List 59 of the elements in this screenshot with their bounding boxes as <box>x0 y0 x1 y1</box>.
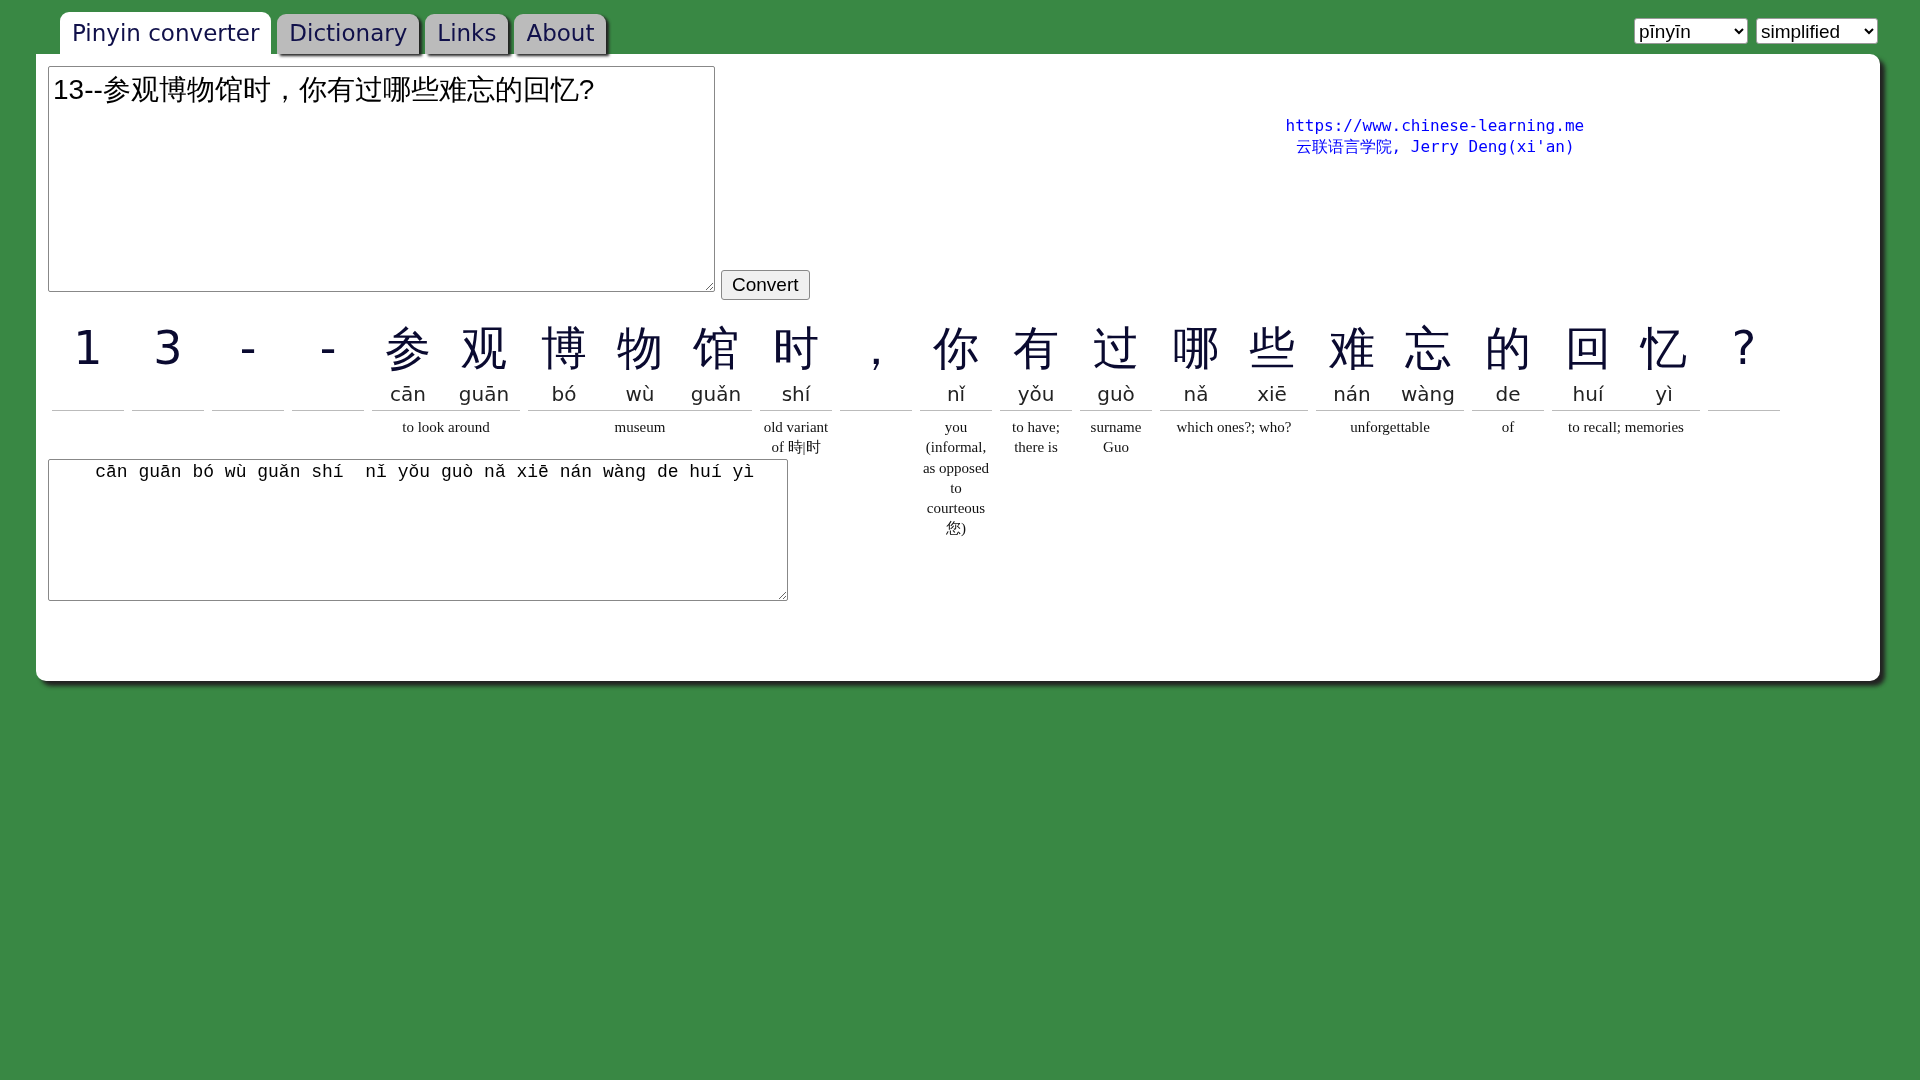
pinyin: wù <box>625 381 655 408</box>
definition: you (informal, as opposed to courteous 您) <box>921 418 991 539</box>
tab[interactable]: Links <box>425 14 509 54</box>
definition: unforgettable <box>1350 418 1430 437</box>
pinyin: huí <box>1572 381 1604 408</box>
pinyin: guān <box>458 381 510 408</box>
definition: which ones?; who? <box>1176 418 1292 437</box>
credit-text: 云联语言学院, Jerry Deng(xi'an) <box>1294 136 1575 158</box>
hanzi: 些 <box>1249 320 1295 377</box>
output-field[interactable]: cān guān bó wù guǎn shí nǐ yǒu guò nǎ xiē nán wàng de huí yì <box>48 458 788 601</box>
dropdown[interactable]: simplified <box>1756 18 1878 44</box>
definition: museum <box>614 418 666 437</box>
hanzi: 难 <box>1329 320 1375 377</box>
hanzi: 3 <box>153 320 183 377</box>
pinyin: nán <box>1333 381 1371 408</box>
pinyin: nǎ <box>1183 381 1209 408</box>
hanzi: 回 <box>1565 320 1611 377</box>
pinyin: xiē <box>1257 381 1287 408</box>
pinyin: guò <box>1097 381 1135 408</box>
hanzi: - <box>319 320 337 377</box>
tab[interactable]: About <box>514 14 607 54</box>
pinyin: yì <box>1655 381 1673 408</box>
hanzi: 的 <box>1485 320 1531 377</box>
hanzi: 博 <box>541 320 587 377</box>
hanzi: 1 <box>73 320 103 377</box>
input-field[interactable]: 13--参观博物馆时，你有过哪些难忘的回忆? <box>48 66 715 292</box>
hanzi: 哪 <box>1173 320 1219 377</box>
definition: old variant of 時|时 <box>762 418 830 458</box>
hanzi: 观 <box>461 320 507 377</box>
definition: of <box>1501 418 1515 437</box>
hanzi: 你 <box>933 320 979 377</box>
pinyin: shí <box>781 381 811 408</box>
site-link[interactable]: https://www.chinese-learning.me <box>1285 116 1585 137</box>
definition: to look around <box>402 418 490 437</box>
hanzi: 物 <box>617 320 663 377</box>
pinyin: guǎn <box>690 381 742 408</box>
hanzi: 忘 <box>1405 320 1451 377</box>
pinyin: nǐ <box>946 381 966 408</box>
definition: to recall; memories <box>1568 418 1684 437</box>
hanzi: ， <box>853 320 899 377</box>
tab[interactable]: Pinyin converter <box>60 12 272 54</box>
hanzi: 时 <box>773 320 819 377</box>
definition: surname Guo <box>1089 418 1143 458</box>
tab[interactable]: Dictionary <box>277 14 420 54</box>
hanzi: 有 <box>1013 320 1059 377</box>
definition: to have; there is <box>1011 418 1061 458</box>
hanzi: 馆 <box>693 320 739 377</box>
hanzi: ? <box>1731 320 1757 377</box>
dropdown[interactable]: pīnyīn <box>1634 18 1748 44</box>
hanzi: 忆 <box>1641 320 1687 377</box>
hanzi: 过 <box>1093 320 1139 377</box>
pinyin: bó <box>551 381 577 408</box>
pinyin: de <box>1495 381 1521 408</box>
pinyin: yǒu <box>1017 381 1055 408</box>
pinyin: wàng <box>1401 381 1455 408</box>
hanzi: - <box>239 320 257 377</box>
pinyin: cān <box>390 381 426 408</box>
hanzi: 参 <box>385 320 431 377</box>
convert-button[interactable]: Convert <box>721 270 810 300</box>
